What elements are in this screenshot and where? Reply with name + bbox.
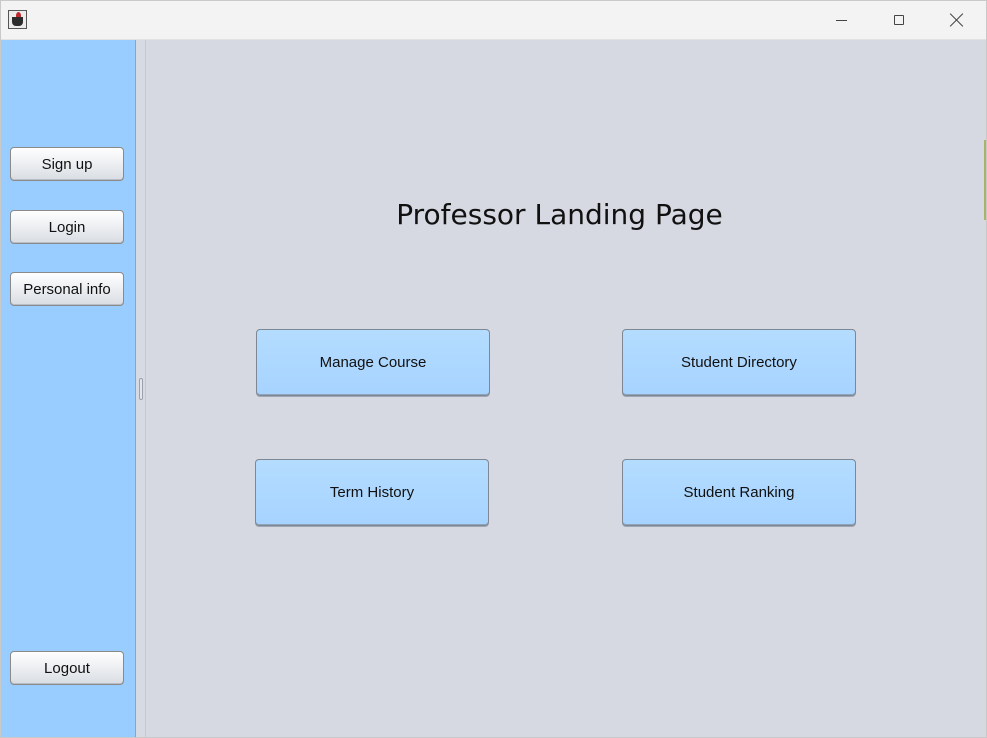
minimize-icon: [835, 19, 847, 21]
minimize-button[interactable]: [812, 1, 870, 39]
student-ranking-button[interactable]: Student Ranking: [622, 459, 856, 526]
maximize-button[interactable]: [870, 1, 928, 39]
java-cup-icon[interactable]: [8, 10, 27, 29]
sidebar: Sign up Login Personal info Logout: [1, 40, 135, 737]
divider-grip-handle[interactable]: [139, 378, 143, 400]
term-history-button[interactable]: Term History: [255, 459, 489, 526]
signup-button[interactable]: Sign up: [10, 147, 124, 181]
close-icon: [950, 13, 964, 27]
close-button[interactable]: [928, 1, 986, 39]
cup-shape: [12, 17, 23, 26]
edge-strip: [984, 140, 986, 220]
logout-button[interactable]: Logout: [10, 651, 124, 685]
student-directory-button[interactable]: Student Directory: [622, 329, 856, 396]
main-content: Professor Landing Page Manage Course Stu…: [146, 40, 986, 737]
page-title: Professor Landing Page: [396, 198, 723, 231]
title-bar[interactable]: [1, 1, 986, 40]
app-window: Sign up Login Personal info Logout Profe…: [0, 0, 987, 738]
manage-course-button[interactable]: Manage Course: [256, 329, 490, 396]
personal-info-button[interactable]: Personal info: [10, 272, 124, 306]
maximize-icon: [894, 15, 904, 25]
split-pane-divider[interactable]: [135, 40, 146, 737]
login-button[interactable]: Login: [10, 210, 124, 244]
